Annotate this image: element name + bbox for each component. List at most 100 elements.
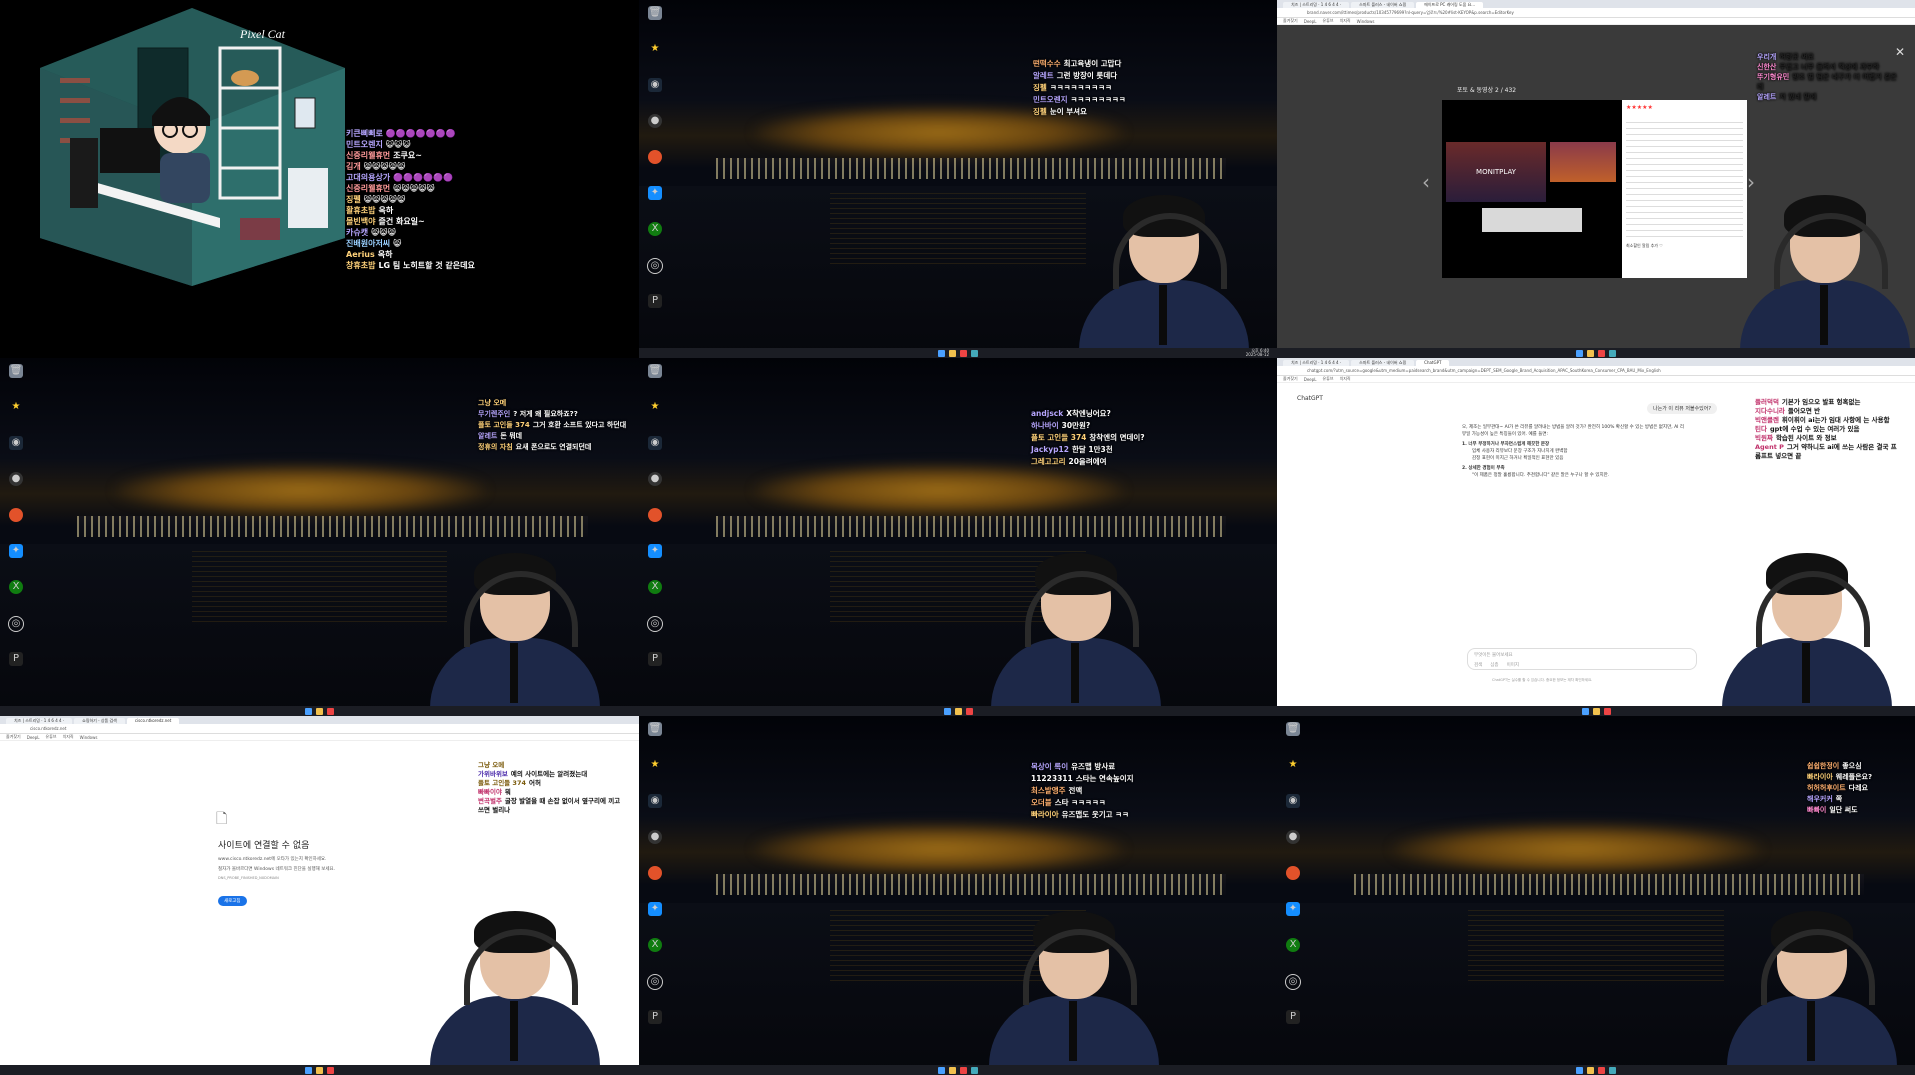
chat-overlay: 우리개 허향곳 써요 신한산 무겁고 너무 들려서 책상에 과부하 뚜기형유민 양조 … (1757, 52, 1897, 102)
brawlstars-icon[interactable]: ★ (645, 758, 665, 780)
chat-line: 빠라이아 유즈맵도 웃기고 ㅋㅋ (1031, 810, 1129, 819)
ableton-icon[interactable] (645, 150, 665, 172)
bookmark[interactable]: 치지직 (63, 734, 74, 740)
xbox-icon[interactable]: X (645, 938, 665, 960)
pubg-icon[interactable]: P (645, 294, 665, 316)
chip-search[interactable]: 검색 (1474, 662, 1482, 668)
bookmark[interactable]: Windows (80, 735, 98, 740)
app-title[interactable]: ChatGPT (1297, 395, 1323, 402)
tab-error[interactable]: cisco.ntkoredz.net (126, 718, 180, 724)
recycle-bin-icon[interactable]: 🗑 (645, 364, 665, 386)
bookmark[interactable]: 치지직 (1340, 18, 1351, 24)
steam-icon[interactable]: ◉ (1283, 794, 1303, 816)
tab-chatgpt[interactable]: ChatGPT (1416, 360, 1450, 366)
reload-button[interactable]: 새로고침 (218, 896, 247, 906)
tab-strip: 치즈 | 스트리밍 · 1 4 6 4 4 · 쇼핑하기 - 상품 검색 cis… (0, 716, 639, 724)
pubg-icon[interactable]: P (6, 652, 26, 674)
tab-chzzk[interactable]: 치즈 | 스트리밍 · 1 4 6 4 4 · (1283, 2, 1350, 8)
riot-client-icon[interactable]: ◎ (6, 616, 26, 638)
xbox-icon[interactable]: X (645, 222, 665, 244)
steam-icon[interactable]: ◉ (645, 794, 665, 816)
pubg-icon[interactable]: P (645, 1010, 665, 1032)
battlenet-icon[interactable]: ✦ (1283, 902, 1303, 924)
bookmark[interactable]: 유튜브 (46, 734, 57, 740)
xbox-icon[interactable]: X (6, 580, 26, 602)
recycle-bin-icon[interactable]: 🗑 (645, 722, 665, 744)
bookmark[interactable]: 즐겨찾기 (1283, 376, 1298, 382)
ableton-icon[interactable] (645, 508, 665, 530)
chrome-icon[interactable] (960, 349, 967, 357)
obs-icon[interactable]: ● (1283, 830, 1303, 852)
pubg-icon[interactable]: P (1283, 1010, 1303, 1032)
battlenet-icon[interactable]: ✦ (645, 186, 665, 208)
recycle-bin-icon[interactable]: 🗑 (6, 364, 26, 386)
address-bar[interactable]: chatgpt.com/?utm_source=google&utm_mediu… (1277, 366, 1915, 376)
video-player[interactable]: MONITPLAY (1442, 100, 1622, 278)
prompt-box[interactable]: 무엇이든 물어보세요 검색 심층 이미지 (1467, 648, 1697, 670)
steam-icon[interactable]: ◉ (6, 436, 26, 458)
steam-icon[interactable]: ◉ (645, 78, 665, 100)
riot-client-icon[interactable]: ◎ (645, 616, 665, 638)
chat-line: 그냥 오메 (478, 399, 507, 407)
chat-line: 무기렌주인? 저게 왜 필요하죠?? (478, 410, 578, 418)
riot-client-icon[interactable]: ◎ (645, 258, 665, 280)
battlenet-icon[interactable]: ✦ (6, 544, 26, 566)
obs-icon[interactable]: ● (645, 830, 665, 852)
taskbar (639, 348, 1277, 358)
ableton-icon[interactable] (645, 866, 665, 888)
bookmark[interactable]: 유튜브 (1323, 376, 1334, 382)
bookmark[interactable]: 유튜브 (1323, 18, 1334, 24)
taskbar-clock: 오후 6:40 2025-08-12 (1245, 348, 1269, 357)
assistant-answer: 오, 제조는 일부관대~ AI가 쓴 리뷰를 알려내는 방법을 알려 것가? 완… (1462, 424, 1687, 479)
tab-product[interactable]: 에이프로 PC 캐어링 도움 요... (1416, 2, 1484, 8)
tab-chzzk[interactable]: 치즈 | 스트리밍 · 1 4 6 4 4 · (1283, 360, 1350, 366)
brawlstars-icon[interactable]: ★ (645, 400, 665, 422)
bookmark[interactable]: DeepL (1304, 19, 1317, 24)
riot-client-icon[interactable]: ◎ (1283, 974, 1303, 996)
steam-icon[interactable]: ◉ (645, 436, 665, 458)
art-signature: Pixel Cat (239, 27, 286, 41)
ableton-icon[interactable] (6, 508, 26, 530)
tab-smartplus[interactable]: 스마트 플러스 - 네이버 쇼핑 (1351, 360, 1415, 366)
bookmark[interactable]: Windows (1357, 19, 1375, 24)
panel-error-browser: 치즈 | 스트리밍 · 1 4 6 4 4 · 쇼핑하기 - 상품 검색 cis… (0, 716, 639, 1075)
chip-image[interactable]: 이미지 (1507, 662, 1519, 668)
bookmark[interactable]: 즐겨찾기 (6, 734, 21, 740)
bookmark[interactable]: 즐겨찾기 (1283, 18, 1298, 24)
battlenet-icon[interactable]: ✦ (645, 544, 665, 566)
prev-arrow-icon[interactable]: ‹ (1422, 170, 1430, 194)
edge-icon[interactable] (971, 349, 978, 357)
riot-client-icon[interactable]: ◎ (645, 974, 665, 996)
address-bar[interactable]: cisco.ntkoredz.net (0, 724, 639, 734)
desktop-icons: 🗑 ★ ◉ ● ✦ X ◎ P (645, 364, 665, 674)
recycle-bin-icon[interactable]: 🗑 (645, 6, 665, 28)
brawlstars-icon[interactable]: ★ (6, 400, 26, 422)
obs-icon[interactable]: ● (645, 472, 665, 494)
chat-line: 창휴초밥 LG 팀 노히트할 것 같은데요 (346, 261, 475, 270)
tab-chzzk[interactable]: 치즈 | 스트리밍 · 1 4 6 4 4 · (6, 718, 73, 724)
bookmark[interactable]: DeepL (1304, 377, 1317, 382)
bookmark[interactable]: DeepL (27, 735, 40, 740)
address-bar[interactable]: brand.naver.com/ittimes/products/1034577… (1277, 8, 1915, 18)
chat-line: 빅원짜 학습된 사이트 와 정보 (1755, 434, 1837, 442)
start-icon[interactable] (938, 349, 945, 357)
recycle-bin-icon[interactable]: 🗑 (1283, 722, 1303, 744)
chip-deep[interactable]: 심층 (1490, 662, 1498, 668)
battlenet-icon[interactable]: ✦ (645, 902, 665, 924)
brawlstars-icon[interactable]: ★ (645, 42, 665, 64)
xbox-icon[interactable]: X (645, 580, 665, 602)
prompt-input[interactable]: 무엇이든 물어보세요 (1474, 652, 1690, 658)
pubg-icon[interactable]: P (645, 652, 665, 674)
chat-line: 정휴의 자침 요새 폰으로도 연결되던데 (478, 443, 592, 451)
tab-smartplus[interactable]: 스마트 플러스 - 네이버 쇼핑 (1351, 2, 1415, 8)
brawlstars-icon[interactable]: ★ (1283, 758, 1303, 780)
explorer-icon[interactable] (949, 349, 956, 357)
xbox-icon[interactable]: X (1283, 938, 1303, 960)
obs-icon[interactable]: ● (645, 114, 665, 136)
chat-line: 변곡벌주 굴장 발열을 때 손잡 없이서 옆구리에 끼고 쓰면 벌리나 (478, 797, 621, 814)
obs-icon[interactable]: ● (6, 472, 26, 494)
ableton-icon[interactable] (1283, 866, 1303, 888)
tab-shopping[interactable]: 쇼핑하기 - 상품 검색 (74, 718, 125, 724)
bookmark[interactable]: 치지직 (1340, 376, 1351, 382)
next-arrow-icon[interactable]: › (1747, 170, 1755, 194)
